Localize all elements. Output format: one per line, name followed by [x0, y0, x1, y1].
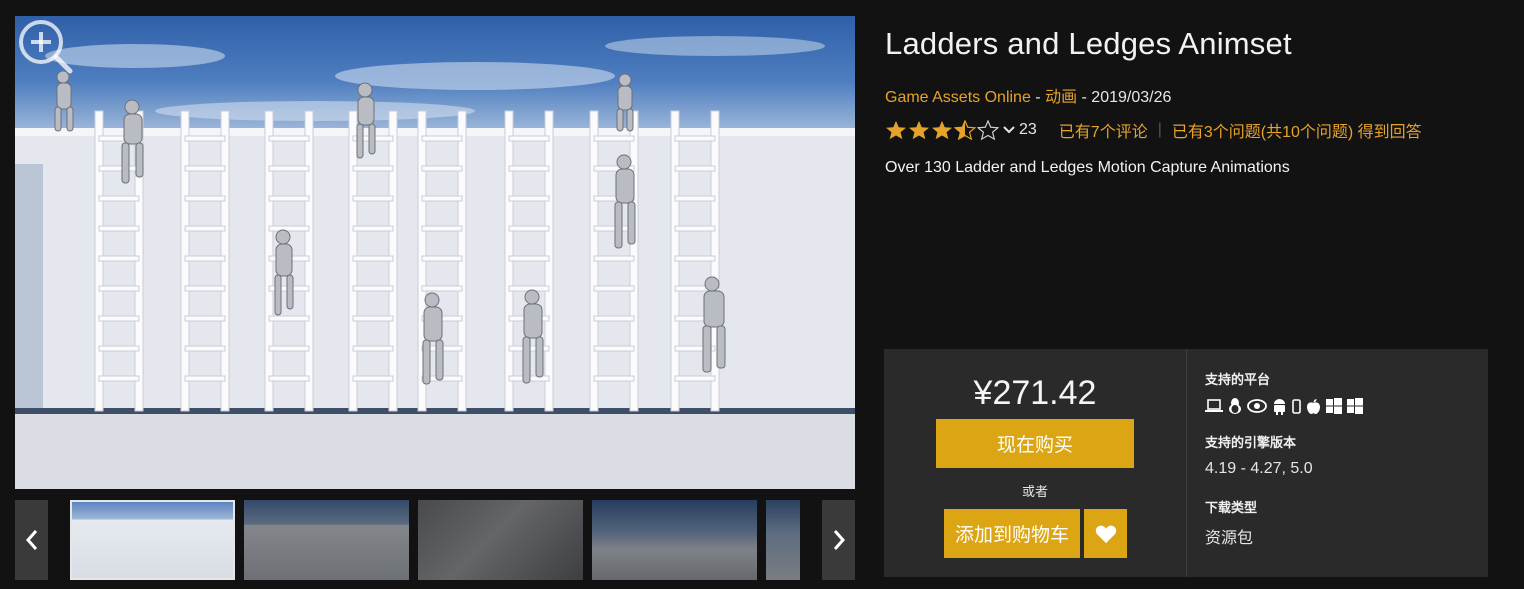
ladder-scene-illustration: [15, 36, 855, 489]
platforms-label: 支持的平台: [1205, 372, 1271, 387]
short-description: Over 130 Ladder and Ledges Motion Captur…: [885, 159, 1290, 176]
windows-icon: [1347, 398, 1363, 414]
product-meta: Game Assets Online - 动画 - 2019/03/26: [885, 83, 1171, 107]
star-half-icon: [954, 120, 976, 140]
rating-row: 23 已有7个评论 | 已有3个问题(共10个问题) 得到回答: [885, 119, 1422, 141]
apple-icon: [1306, 398, 1321, 415]
download-type-label: 下载类型: [1205, 500, 1258, 515]
chevron-down-icon[interactable]: [1003, 126, 1015, 134]
download-type: 资源包: [1205, 530, 1254, 547]
rating-count[interactable]: 23: [1019, 121, 1037, 139]
thumbnail-4[interactable]: [592, 500, 757, 580]
add-to-cart-button[interactable]: 添加到购物车: [944, 509, 1080, 558]
reviews-link[interactable]: 已有7个评论: [1059, 118, 1148, 142]
seller-link[interactable]: Game Assets Online: [885, 89, 1031, 106]
star-full-icon: [909, 120, 929, 140]
heart-icon: [1095, 525, 1116, 543]
windows-icon: [1326, 398, 1342, 414]
questions-link[interactable]: 已有3个问题(共10个问题) 得到回答: [1172, 118, 1422, 142]
product-title: Ladders and Ledges Animset: [885, 26, 1292, 61]
star-empty-icon: [977, 120, 999, 140]
meta-separator: -: [1077, 89, 1092, 106]
linux-icon: [1228, 397, 1242, 415]
or-label: 或者: [1021, 484, 1048, 499]
release-date: 2019/03/26: [1091, 89, 1172, 106]
zoom-icon[interactable]: [15, 16, 75, 76]
buy-now-button[interactable]: 现在购买: [936, 419, 1134, 468]
laptop-icon: [1205, 399, 1223, 413]
purchase-panel: ¥271.42 现在购买 或者 添加到购物车 支持的平台 支持的引擎版本 4.1…: [884, 349, 1488, 577]
thumbnail-1[interactable]: [70, 500, 235, 580]
chevron-left-icon: [25, 530, 37, 550]
divider: |: [1157, 121, 1162, 138]
category-link[interactable]: 动画: [1045, 89, 1077, 106]
main-product-image[interactable]: [15, 16, 855, 489]
mobile-icon: [1292, 398, 1301, 414]
platform-icons: [1205, 397, 1363, 415]
wishlist-button[interactable]: [1084, 509, 1127, 558]
thumbnail-3[interactable]: [418, 500, 583, 580]
engine-versions-label: 支持的引擎版本: [1205, 435, 1297, 450]
next-image-button[interactable]: [822, 500, 855, 580]
android-icon: [1272, 398, 1287, 415]
thumbnail-2[interactable]: [244, 500, 409, 580]
product-specs: 支持的平台 支持的引擎版本 4.19 - 4.27, 5.0 下载类型 资源包: [1205, 349, 1475, 577]
previous-image-button[interactable]: [15, 500, 48, 580]
price: ¥271.42: [973, 374, 1097, 412]
star-full-icon: [886, 120, 906, 140]
vr-eye-icon: [1247, 399, 1267, 413]
purchase-actions: ¥271.42 现在购买 或者 添加到购物车: [884, 349, 1186, 577]
star-full-icon: [932, 120, 952, 140]
thumbnail-5[interactable]: [766, 500, 800, 580]
star-rating[interactable]: [885, 120, 999, 140]
panel-divider: [1186, 349, 1187, 577]
thumbnail-strip: [15, 500, 855, 580]
chevron-right-icon: [833, 530, 845, 550]
engine-versions: 4.19 - 4.27, 5.0: [1205, 460, 1313, 477]
meta-separator: -: [1030, 89, 1046, 106]
